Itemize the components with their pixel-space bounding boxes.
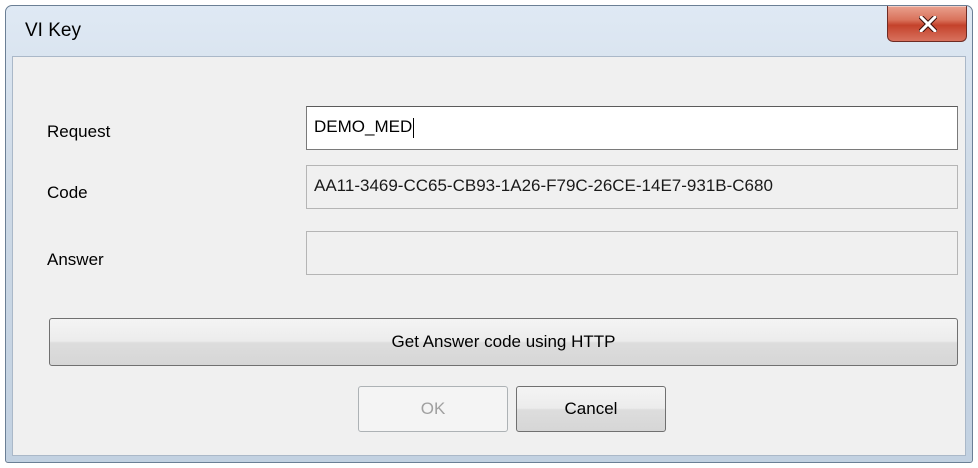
- window-frame: VI Key Request DEMO_MED Code AA11-3469-C…: [5, 5, 973, 463]
- window-title: VI Key: [25, 20, 81, 41]
- code-field[interactable]: AA11-3469-CC65-CB93-1A26-F79C-26CE-14E7-…: [306, 165, 958, 209]
- cancel-button[interactable]: Cancel: [516, 386, 666, 432]
- dialog-client-area: Request DEMO_MED Code AA11-3469-CC65-CB9…: [12, 56, 966, 456]
- request-input-value: DEMO_MED: [314, 117, 413, 136]
- answer-field[interactable]: [306, 231, 958, 275]
- text-caret: [413, 117, 415, 138]
- close-button[interactable]: [887, 6, 967, 42]
- code-label: Code: [47, 183, 88, 202]
- get-answer-http-button[interactable]: Get Answer code using HTTP: [49, 318, 958, 366]
- request-input[interactable]: DEMO_MED: [306, 106, 958, 150]
- title-bar[interactable]: VI Key: [6, 6, 972, 56]
- close-icon: [919, 16, 937, 32]
- ok-button[interactable]: OK: [358, 386, 508, 432]
- answer-label: Answer: [47, 250, 104, 269]
- vi-key-dialog: VI Key Request DEMO_MED Code AA11-3469-C…: [0, 0, 978, 468]
- request-label: Request: [47, 122, 111, 141]
